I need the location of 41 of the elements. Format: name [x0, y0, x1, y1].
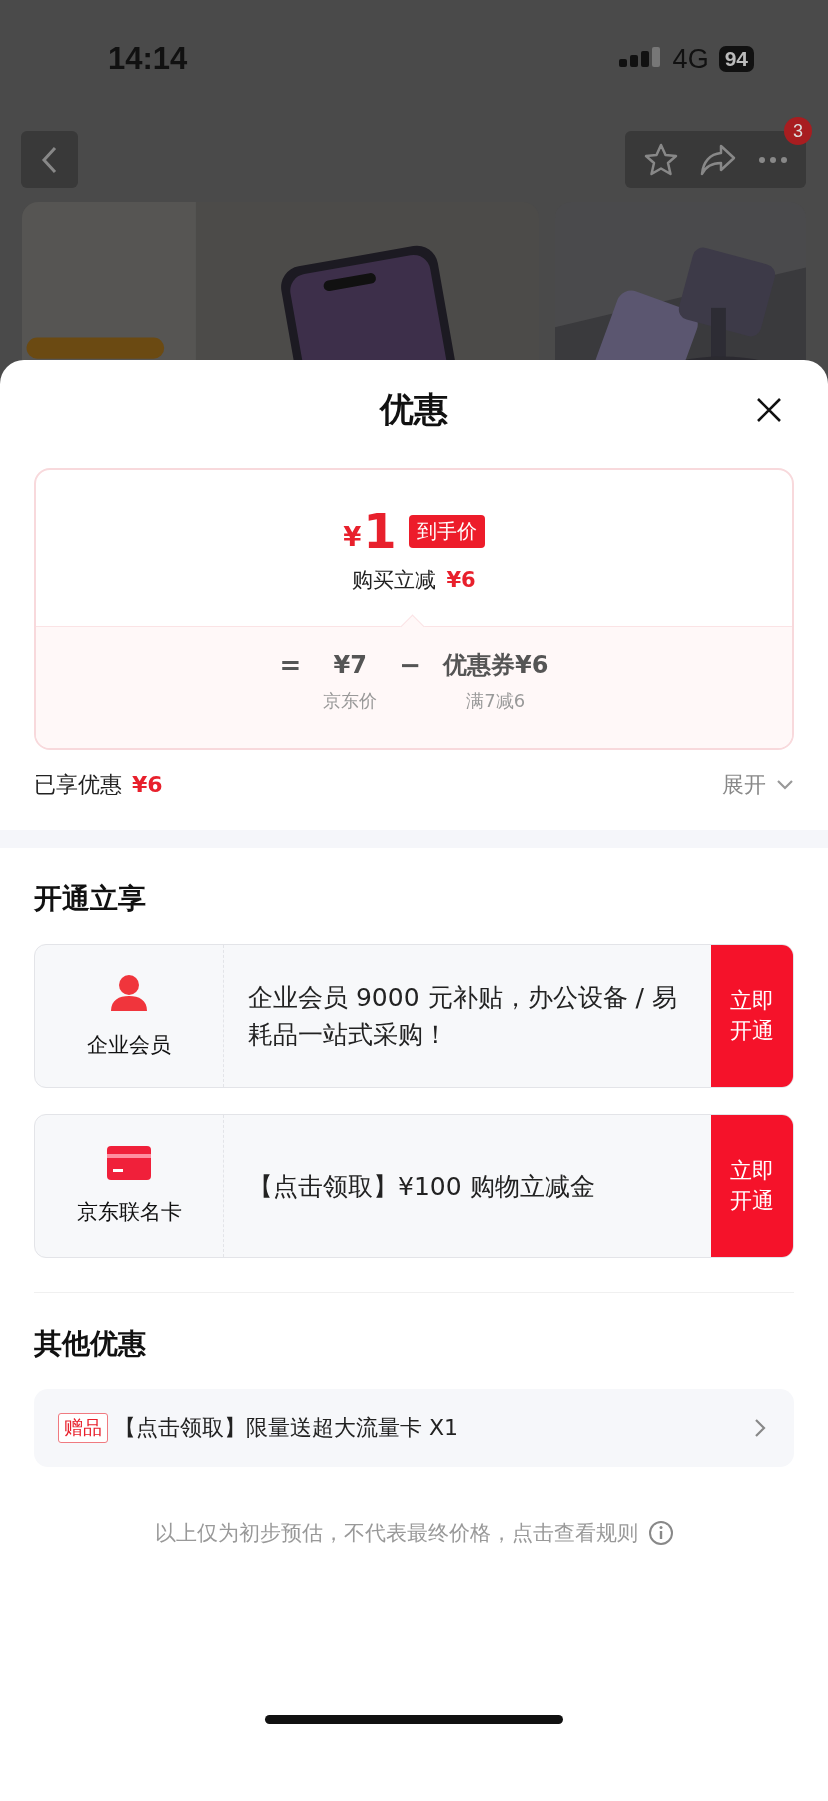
- chevron-right-icon: [754, 1418, 766, 1438]
- savings-amount: ¥6: [132, 772, 163, 797]
- status-time: 14:14: [108, 41, 188, 77]
- section-title: 其他优惠: [34, 1326, 147, 1362]
- network-label: 4G: [672, 43, 709, 75]
- section-title: 开通立享: [34, 881, 147, 917]
- offer-name: 企业会员: [87, 1032, 171, 1059]
- offer-row[interactable]: 赠品 【点击领取】限量送超大流量卡 X1: [34, 1389, 794, 1467]
- currency-sign: ¥: [343, 522, 362, 554]
- person-icon: [109, 973, 149, 1013]
- minus-sign: −: [399, 649, 422, 681]
- saving-amount: ¥6: [446, 568, 476, 592]
- coupon-rule: 满7减6: [466, 689, 526, 713]
- activate-button[interactable]: 立即开通: [711, 945, 793, 1087]
- activate-button[interactable]: 立即开通: [711, 1115, 793, 1257]
- notification-badge: 3: [784, 117, 812, 145]
- disclaimer-text: 以上仅为初步预估，不代表最终价格，点击查看规则: [154, 1520, 638, 1547]
- star-icon[interactable]: [643, 141, 680, 178]
- battery-icon: 94: [718, 46, 754, 72]
- more-icon[interactable]: [757, 155, 788, 164]
- share-icon[interactable]: [699, 142, 738, 177]
- card-icon: [107, 1146, 151, 1180]
- close-icon[interactable]: [756, 397, 782, 423]
- equals-sign: =: [279, 649, 302, 681]
- saving-label: 购买立减: [352, 567, 437, 594]
- offer-description: 【点击领取】¥100 购物立减金: [247, 1170, 596, 1203]
- info-icon[interactable]: [647, 1520, 674, 1546]
- expand-toggle[interactable]: 展开: [722, 770, 794, 800]
- chevron-icon: [776, 779, 794, 791]
- coupon-amount: 优惠券¥6: [443, 650, 549, 681]
- sheet-title: 优惠: [380, 388, 448, 431]
- gift-tag: 赠品: [58, 1413, 108, 1443]
- base-price: ¥7: [333, 650, 367, 681]
- savings-label: 已享优惠: [34, 771, 122, 799]
- offer-text: 【点击领取】限量送超大流量卡 X1: [114, 1414, 460, 1442]
- base-price-label: 京东价: [323, 689, 378, 713]
- back-button[interactable]: [21, 131, 78, 188]
- price-tag: 到手价: [408, 514, 485, 548]
- offer-name: 京东联名卡: [76, 1199, 182, 1226]
- final-price: 1: [363, 506, 397, 556]
- offer-description: 企业会员 9000 元补贴，办公设备 / 易耗品一站式采购！: [247, 982, 678, 1051]
